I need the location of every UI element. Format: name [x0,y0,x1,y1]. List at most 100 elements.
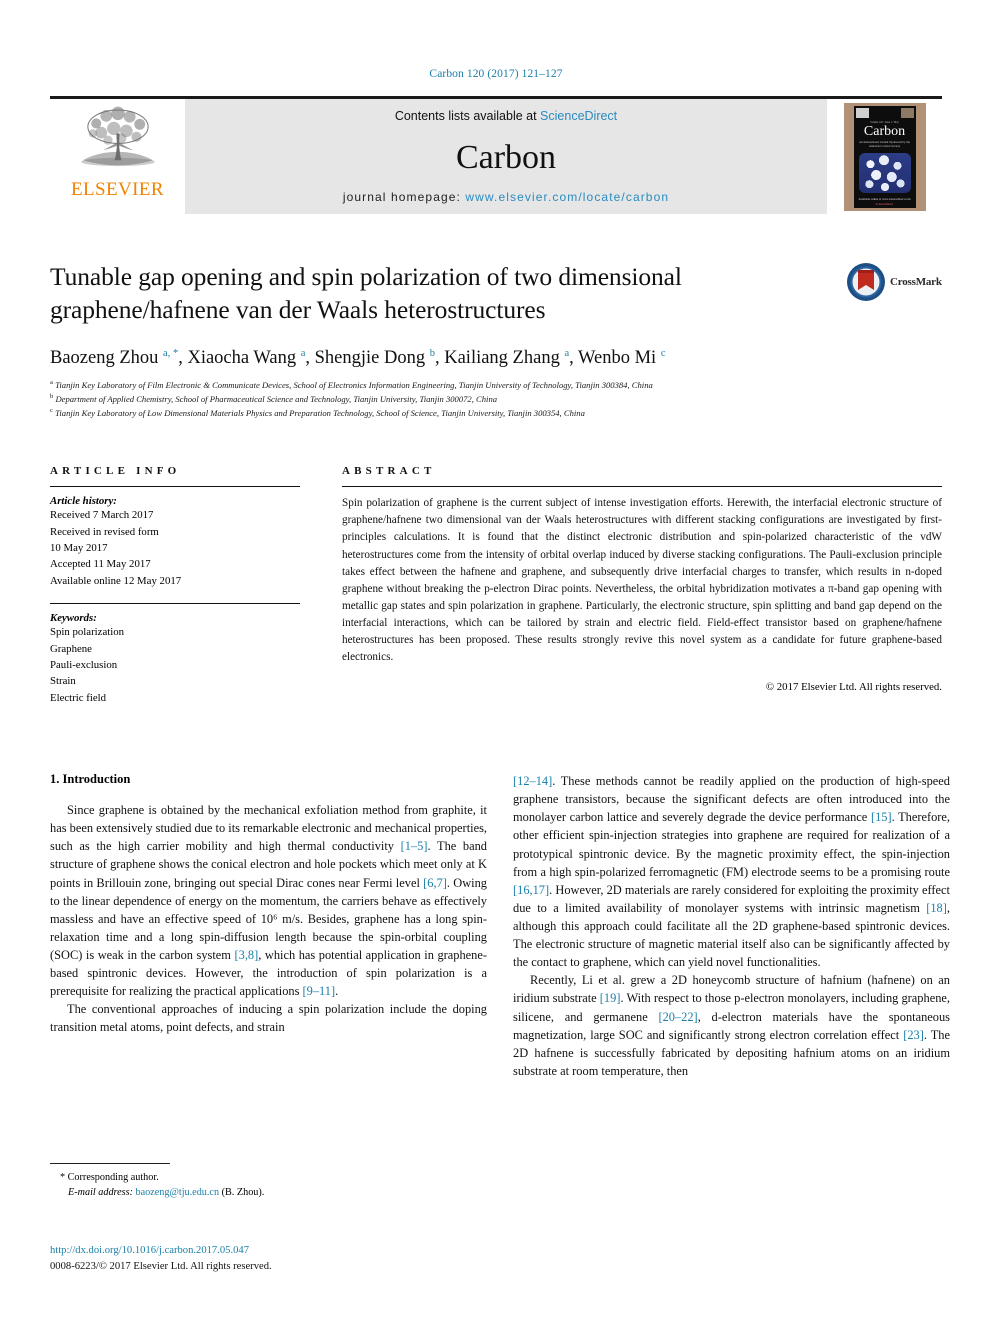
email-owner: (B. Zhou). [221,1187,265,1199]
article-page: Carbon 120 (2017) 121–127 ELSEVIER Conte… [0,0,992,1323]
body-column-left: 1. Introduction Since graphene is obtain… [50,772,487,1080]
homepage-prefix: journal homepage: [342,190,466,204]
article-history-list: Received 7 March 2017 Received in revised… [50,507,300,589]
running-head: Carbon 120 (2017) 121–127 [429,68,563,80]
author-affiliation-marker: a [564,348,570,360]
citation-link[interactable]: [15] [871,810,892,824]
cover-frame: Volume 120 / Issue 1 / May Carbon An Int… [843,103,926,211]
crossmark-icon [847,263,885,301]
footnote-block: * Corresponding author. E-mail address: … [50,1163,487,1201]
doi-link[interactable]: http://dx.doi.org/10.1016/j.carbon.2017.… [50,1243,550,1259]
affiliation-text: Tianjin Key Laboratory of Film Electroni… [52,380,653,391]
cover-footer-text: Available online at www.sciencedirect.co… [858,196,911,201]
author-affiliation-marker: c [660,348,666,360]
journal-homepage-line: journal homepage: www.elsevier.com/locat… [343,190,669,204]
article-info-column: ARTICLE INFO Article history: Received 7… [50,465,300,706]
contents-prefix: Contents lists available at [394,109,541,123]
journal-masthead: ELSEVIER Contents lists available at Sci… [50,96,942,214]
keyword-item: Strain [50,675,76,688]
masthead-center: Contents lists available at ScienceDirec… [185,99,827,214]
affiliation-list: a Tianjin Key Laboratory of Film Electro… [50,379,940,421]
email-link[interactable]: baozeng@tju.edu.cn [136,1187,220,1198]
citation-link[interactable]: [3,8] [235,948,259,962]
keyword-item: Electric field [50,691,107,704]
corresponding-author-line: * Corresponding author. [50,1170,487,1185]
left-column-paragraphs: Since graphene is obtained by the mechan… [50,801,487,1036]
divider [342,486,942,488]
title-block: CrossMark Tunable gap opening and spin p… [50,260,942,421]
author-name: Xiaocha Wang [187,348,301,369]
divider [50,603,300,605]
article-history-item: Available online 12 May 2017 [50,574,182,587]
keyword-item: Spin polarization [50,626,125,639]
body-columns: 1. Introduction Since graphene is obtain… [50,772,950,1080]
section-title-introduction: 1. Introduction [50,772,131,787]
body-column-right: [12–14]. These methods cannot be readily… [513,772,950,1080]
cover-volume-chip [900,108,914,118]
affiliation-line: b Department of Applied Chemistry, Schoo… [50,393,940,407]
citation-link[interactable]: [6,7] [423,876,447,890]
citation-link[interactable]: [9–11] [303,984,336,998]
citation-link[interactable]: [1–5] [401,839,428,853]
publisher-logo: ELSEVIER [50,99,185,214]
article-history-item: Accepted 11 May 2017 [50,558,151,571]
abstract-heading: ABSTRACT [342,465,436,478]
cover-title: Carbon [863,124,906,139]
body-paragraph: [12–14]. These methods cannot be readily… [513,774,951,970]
journal-cover-thumbnail[interactable]: Volume 120 / Issue 1 / May Carbon An Int… [827,99,942,214]
keyword-item: Graphene [50,642,92,655]
contents-available-line: Contents lists available at ScienceDirec… [395,109,617,123]
affiliation-line: c Tianjin Key Laboratory of Low Dimensio… [50,407,940,421]
affiliation-line: a Tianjin Key Laboratory of Film Electro… [50,379,940,393]
article-history-item: Received 7 March 2017 [50,509,154,522]
body-paragraph: The conventional approaches of inducing … [50,1002,487,1035]
email-line: E-mail address: baozeng@tju.edu.cn (B. Z… [50,1185,487,1200]
citation-link[interactable]: [23] [903,1028,924,1042]
article-history-item: 10 May 2017 [50,541,108,554]
elsevier-tree-icon [80,106,155,167]
sciencedirect-link[interactable]: ScienceDirect [540,109,617,123]
affiliation-text: Tianjin Key Laboratory of Low Dimensiona… [52,408,585,419]
cover-subtitle: An International Journal Sponsored by th… [859,140,910,148]
elsevier-wordmark: ELSEVIER [71,179,164,200]
affiliation-text: Department of Applied Chemistry, School … [53,394,498,405]
journal-homepage-link[interactable]: www.elsevier.com/locate/carbon [465,190,669,204]
author-name: Kailiang Zhang [444,348,565,369]
keyword-item: Pauli-exclusion [50,658,118,671]
issn-copyright-line: 0008-6223/© 2017 Elsevier Ltd. All right… [50,1260,272,1272]
author-affiliation-marker: b [429,348,435,360]
citation-link[interactable]: [12–14] [513,774,552,788]
author-affiliation-marker: a [300,348,306,360]
footer-block: http://dx.doi.org/10.1016/j.carbon.2017.… [50,1243,550,1275]
cover-top-row [854,106,916,118]
cover-inner: Volume 120 / Issue 1 / May Carbon An Int… [853,106,916,208]
crossmark-label: CrossMark [890,276,942,288]
cover-publisher-text: ScienceDirect [875,202,894,206]
author-name: Baozeng Zhou [50,348,164,369]
abstract-copyright: © 2017 Elsevier Ltd. All rights reserved… [765,680,942,693]
info-abstract-row: ARTICLE INFO Article history: Received 7… [50,465,942,706]
cover-society-logo [855,108,869,118]
keywords-list: Spin polarization Graphene Pauli-exclusion… [50,624,300,706]
corresponding-author-marker: * [60,1172,66,1183]
footnote-divider [50,1163,170,1164]
journal-title: Carbon [455,138,557,176]
article-info-heading: ARTICLE INFO [50,465,181,478]
article-history-label: Article history: [50,495,117,508]
abstract-text: Spin polarization of graphene is the cur… [342,497,942,664]
corresponding-author-text: Corresponding author. [67,1172,159,1183]
author-affiliation-marker: a, * [163,348,179,360]
article-history-item: Received in revised form [50,525,159,538]
cover-molecule-image [858,152,911,193]
page-title: Tunable gap opening and spin polarizatio… [50,262,682,325]
right-column-paragraphs: [12–14]. These methods cannot be readily… [513,772,950,1080]
body-paragraph: Since graphene is obtained by the mechan… [50,803,487,999]
keywords-label: Keywords: [50,612,97,625]
crossmark-badge[interactable]: CrossMark [846,256,942,308]
citation-link[interactable]: [16,17] [513,883,549,897]
body-paragraph: Recently, Li et al. grew a 2D honeycomb … [513,973,950,1078]
citation-link[interactable]: [19] [600,991,621,1005]
citation-link[interactable]: [18] [926,901,947,915]
citation-link[interactable]: [20–22] [658,1010,697,1024]
email-label: E-mail address: [68,1187,133,1199]
